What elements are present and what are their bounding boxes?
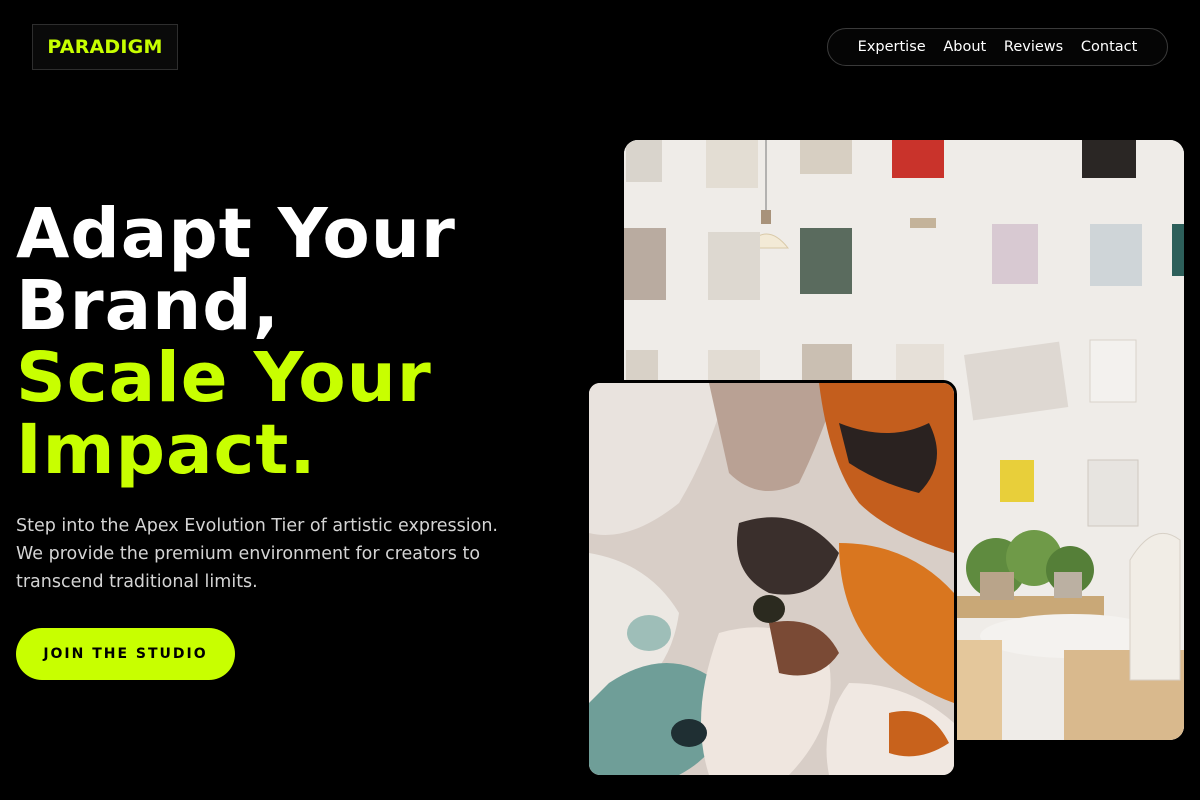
- nav-link-about[interactable]: About: [943, 39, 986, 55]
- hero-title-line-4: Impact.: [16, 410, 317, 490]
- nav-link-reviews[interactable]: Reviews: [1004, 39, 1063, 55]
- hero-subtitle-line-1: Step into the Apex Evolution Tier of art…: [16, 516, 498, 536]
- nav-link-expertise[interactable]: Expertise: [858, 39, 926, 55]
- join-studio-button[interactable]: JOIN THE STUDIO: [16, 628, 235, 680]
- hero-title-line-3: Scale Your: [16, 338, 432, 418]
- hero-subtitle-line-2: We provide the premium environment for c…: [16, 544, 481, 564]
- hero-subtitle: Step into the Apex Evolution Tier of art…: [16, 512, 536, 596]
- hero-subtitle-line-3: transcend traditional limits.: [16, 572, 258, 592]
- brand-logo[interactable]: PARADIGM: [32, 24, 178, 70]
- nav-link-contact[interactable]: Contact: [1081, 39, 1137, 55]
- paint-texture-image: [586, 380, 957, 778]
- hero-title-line-1: Adapt Your: [16, 194, 456, 274]
- paint-texture-illustration: [589, 383, 954, 775]
- hero-title-line-2: Brand,: [16, 266, 280, 346]
- main-nav: Expertise About Reviews Contact: [827, 28, 1168, 66]
- hero-title: Adapt Your Brand, Scale Your Impact.: [16, 198, 576, 486]
